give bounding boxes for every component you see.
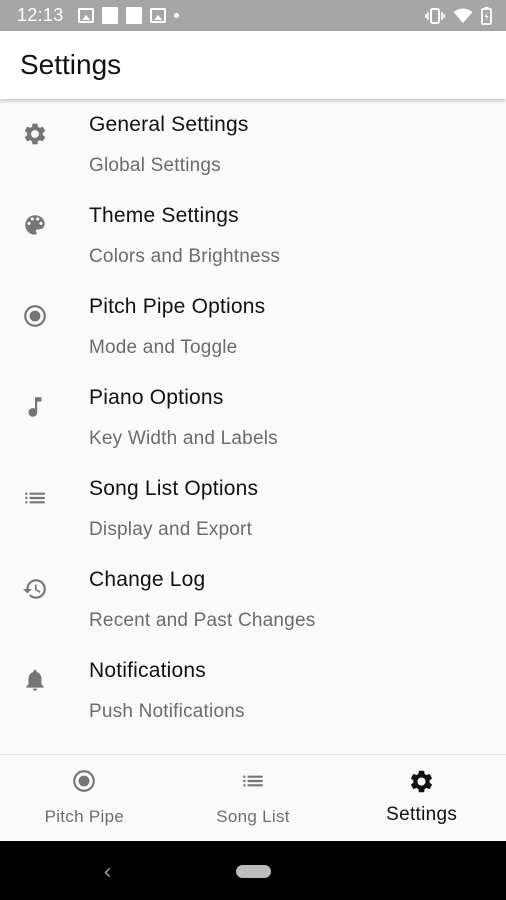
settings-item-notifications[interactable]: Notifications Push Notifications <box>0 645 506 736</box>
settings-item-subtitle: Mode and Toggle <box>89 337 238 358</box>
tab-pitch-pipe[interactable]: Pitch Pipe <box>0 755 169 841</box>
tab-settings[interactable]: Settings <box>337 755 506 841</box>
tab-label: Song List <box>216 807 290 826</box>
settings-item-subtitle: Recent and Past Changes <box>89 610 316 631</box>
square-icon <box>101 7 118 24</box>
status-bar: 12:13 <box>0 0 506 31</box>
settings-item-title: Piano Options <box>89 386 224 409</box>
settings-item-title: Notifications <box>89 659 206 682</box>
gallery-icon <box>149 8 166 23</box>
settings-item-subtitle: Key Width and Labels <box>89 428 278 449</box>
bell-icon <box>20 665 50 695</box>
tab-label: Pitch Pipe <box>44 807 125 826</box>
radio-button-icon <box>20 301 50 331</box>
settings-item-title: Song List Options <box>89 477 259 500</box>
battery-icon <box>481 6 492 25</box>
palette-icon <box>20 210 50 240</box>
bottom-navigation: Pitch Pipe Song List Settings <box>0 754 506 841</box>
settings-item-title: Theme Settings <box>89 204 239 227</box>
settings-item-piano[interactable]: Piano Options Key Width and Labels <box>0 372 506 463</box>
app-bar: Settings <box>0 31 506 99</box>
gear-icon <box>408 767 436 795</box>
status-time: 12:13 <box>17 5 64 25</box>
tab-label: Settings <box>386 804 458 825</box>
settings-item-subtitle: Display and Export <box>89 519 253 540</box>
settings-item-general[interactable]: General Settings Global Settings <box>0 99 506 190</box>
settings-item-change-log[interactable]: Change Log Recent and Past Changes <box>0 554 506 645</box>
status-notification-icons <box>77 7 179 24</box>
dot-icon <box>173 13 179 18</box>
settings-item-subtitle: Colors and Brightness <box>89 246 281 267</box>
settings-list: General Settings Global Settings Theme S… <box>0 99 506 754</box>
settings-item-title: Pitch Pipe Options <box>89 295 266 318</box>
radio-button-icon <box>70 767 98 795</box>
system-navigation-bar: ‹ <box>0 841 506 900</box>
settings-item-song-list[interactable]: Song List Options Display and Export <box>0 463 506 554</box>
square-icon <box>125 7 142 24</box>
status-system-icons <box>425 6 492 25</box>
page-title: Settings <box>20 49 122 80</box>
list-icon <box>239 767 267 795</box>
back-icon[interactable]: ‹ <box>103 860 112 885</box>
vibrate-icon <box>425 7 445 24</box>
home-icon[interactable] <box>236 865 271 878</box>
list-icon <box>20 483 50 513</box>
tab-song-list[interactable]: Song List <box>169 755 338 841</box>
gear-icon <box>20 119 50 149</box>
settings-item-subtitle: Global Settings <box>89 155 221 176</box>
settings-item-theme[interactable]: Theme Settings Colors and Brightness <box>0 190 506 281</box>
music-note-icon <box>20 392 50 422</box>
settings-item-subtitle: Push Notifications <box>89 701 245 722</box>
wifi-icon <box>453 8 473 23</box>
settings-item-title: General Settings <box>89 113 249 136</box>
settings-item-pitch-pipe[interactable]: Pitch Pipe Options Mode and Toggle <box>0 281 506 372</box>
image-icon <box>77 8 94 23</box>
settings-item-title: Change Log <box>89 568 206 591</box>
history-icon <box>20 574 50 604</box>
